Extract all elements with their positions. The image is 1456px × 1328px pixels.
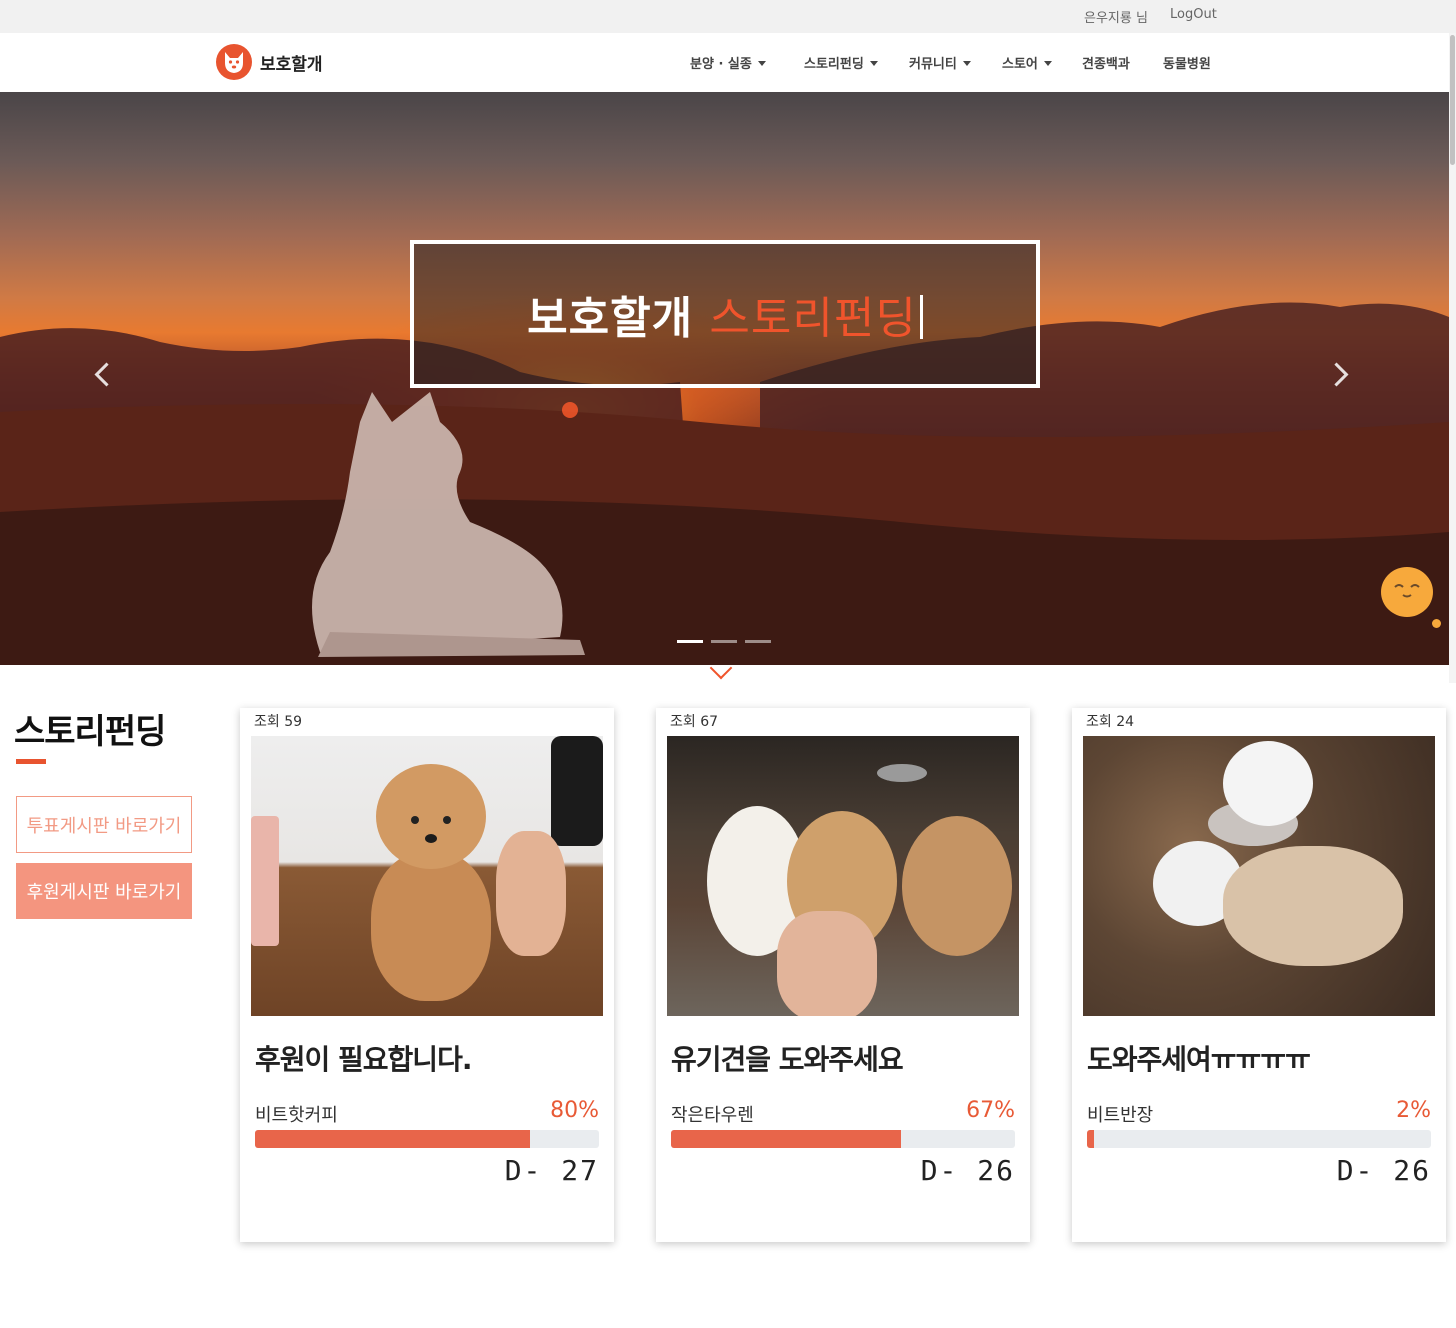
top-utility-bar: 은우지룡 님 LogOut [0,0,1456,33]
hero-headline-accent: 스토리펀딩 [709,293,917,344]
nav-community[interactable]: 커뮤니티 [909,53,971,72]
hero-carousel: 보호할개 스토리펀딩 [0,92,1449,665]
puppy-head [376,764,486,869]
nav-breed-encyclopedia[interactable]: 견종백과 [1082,53,1130,72]
funding-percent: 2% [1396,1098,1431,1123]
puppy-cream [1223,846,1403,966]
carousel-indicators [677,640,771,643]
puppy-eye [411,816,419,824]
funding-item-name: 작은타우렌 [671,1105,754,1126]
progress-fill [1087,1130,1094,1148]
carousel-indicator[interactable] [711,640,737,643]
progress-fill [671,1130,902,1148]
nav-label: 분양 · 실종 [690,57,752,72]
logout-link[interactable]: LogOut [1170,7,1217,22]
funding-percent: 80% [550,1098,599,1123]
chatbot-icon[interactable] [1381,567,1433,617]
puppy-tan [902,816,1012,956]
caret-down-icon [869,61,878,66]
nav-store[interactable]: 스토어 [1002,53,1052,72]
card-title: 유기견을 도와주세요 [671,1043,904,1076]
funding-percent: 67% [966,1098,1015,1123]
puppy-white [1223,741,1313,826]
typing-cursor [919,295,923,339]
progress-bar [255,1130,599,1148]
hero-headline: 보호할개 스토리펀딩 [527,282,923,346]
bowl-shape [877,764,927,782]
funding-card[interactable]: 조회 67 유기견을 도와주세요 작은타우렌 67% D- 26 [656,708,1030,1242]
carousel-indicator[interactable] [677,640,703,643]
carousel-indicator[interactable] [745,640,771,643]
d-day-counter: D- 26 [920,1154,1015,1187]
d-day-counter: D- 27 [504,1154,599,1187]
title-underline [16,759,46,764]
view-count: 조회 59 [254,714,303,730]
funding-card[interactable]: 조회 59 후원이 필요합니다. 비트핫커피 80% D- 27 [240,708,614,1242]
hand-shape [777,911,877,1016]
d-day-counter: D- 26 [1336,1154,1431,1187]
support-board-button[interactable]: 후원게시판 바로가기 [16,863,192,919]
card-title: 후원이 필요합니다. [255,1043,472,1076]
view-count: 조회 67 [670,714,719,730]
hero-headline-box: 보호할개 스토리펀딩 [410,240,1040,388]
cup-shape [251,816,279,946]
sleeve-shape [551,736,603,846]
chatbot-tail [1432,619,1441,628]
funding-item-name: 비트반장 [1087,1105,1154,1126]
nav-animal-hospital[interactable]: 동물병원 [1163,53,1211,72]
nav-story-funding[interactable]: 스토리펀딩 [804,53,878,72]
section-title: 스토리펀딩 [14,712,166,752]
main-navbar: 보호할개 분양 · 실종 스토리펀딩 커뮤니티 스토어 견종백과 동물병원 [0,33,1456,93]
nav-label: 스토어 [1002,57,1038,72]
nav-label: 커뮤니티 [909,57,957,72]
puppy-eye [443,816,451,824]
hero-headline-main: 보호할개 [527,293,694,344]
card-title: 도와주세여ㅠㅠㅠㅠ [1087,1043,1311,1076]
caret-down-icon [962,61,971,66]
funding-item-name: 비트핫커피 [255,1105,338,1126]
hand-shape [496,831,566,956]
progress-bar [671,1130,1015,1148]
progress-bar [1087,1130,1431,1148]
card-photo [1083,736,1435,1016]
progress-fill [255,1130,531,1148]
caret-down-icon [1043,61,1052,66]
card-photo [667,736,1019,1016]
card-photo [251,736,603,1016]
view-count: 조회 24 [1086,714,1135,730]
user-greeting: 은우지룡 님 [1084,11,1148,26]
brand-name: 보호할개 [260,54,323,75]
scrollbar-thumb[interactable] [1450,35,1455,165]
nav-adoption-missing[interactable]: 분양 · 실종 [690,53,766,72]
caret-down-icon [757,61,766,66]
puppy-body [371,851,491,1001]
funding-card[interactable]: 조회 24 도와주세여ㅠㅠㅠㅠ 비트반장 2% D- 26 [1072,708,1446,1242]
puppy-nose [425,834,437,843]
nav-label: 스토리펀딩 [804,57,864,72]
vote-board-button[interactable]: 투표게시판 바로가기 [16,796,192,853]
dog-logo-icon [216,44,252,80]
brand-home-link[interactable]: 보호할개 [216,43,323,81]
